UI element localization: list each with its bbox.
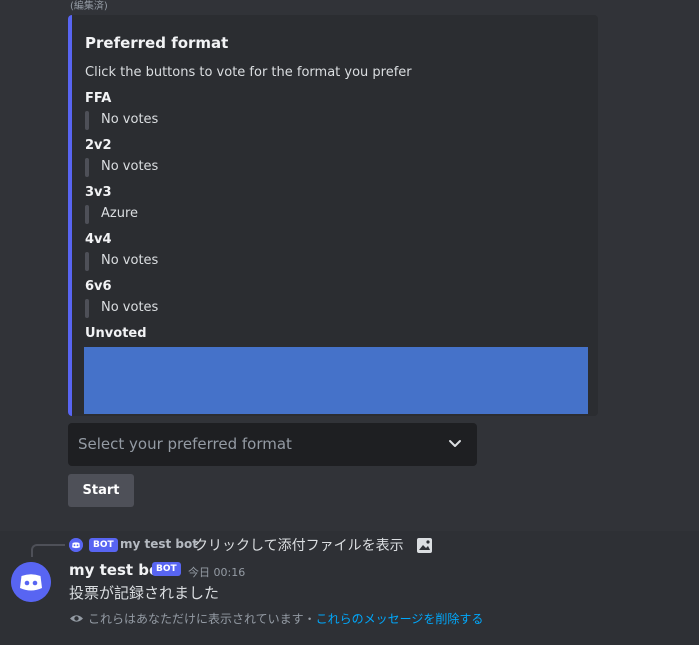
reply-spine bbox=[31, 544, 65, 557]
reply-author-name[interactable]: my test bot bbox=[120, 537, 198, 551]
field-value: No votes bbox=[85, 299, 158, 318]
field-value: No votes bbox=[85, 252, 158, 271]
embed-field-2v2: 2v2 No votes bbox=[85, 138, 158, 177]
embed-field-4v4: 4v4 No votes bbox=[85, 232, 158, 271]
ephemeral-note-text: これらはあなただけに表示されています・ bbox=[88, 612, 316, 626]
field-name: 2v2 bbox=[85, 138, 112, 153]
field-name: FFA bbox=[85, 91, 112, 106]
field-name: 3v3 bbox=[85, 185, 112, 200]
image-icon bbox=[417, 538, 432, 553]
embed-field-ffa: FFA No votes bbox=[85, 91, 158, 130]
bot-badge: BOT bbox=[152, 562, 181, 576]
field-value: No votes bbox=[85, 158, 158, 177]
poll-embed: Preferred format Click the buttons to vo… bbox=[68, 15, 598, 416]
embed-image[interactable] bbox=[84, 347, 588, 414]
start-button[interactable]: Start bbox=[68, 474, 134, 507]
bot-response-message: BOT my test bot クリックして添付ファイルを表示 my test … bbox=[0, 531, 699, 645]
field-name: 6v6 bbox=[85, 279, 112, 294]
embed-field-unvoted: Unvoted bbox=[85, 326, 147, 342]
embed-title: Preferred format bbox=[85, 34, 229, 52]
eye-icon bbox=[70, 615, 83, 622]
bot-badge: BOT bbox=[89, 538, 118, 552]
field-value: No votes bbox=[85, 111, 158, 130]
embed-accent-bar bbox=[68, 15, 72, 416]
format-select-menu[interactable]: Select your preferred format bbox=[68, 423, 477, 466]
avatar[interactable] bbox=[11, 562, 51, 602]
edited-tag: (編集済) bbox=[70, 1, 108, 12]
field-name: 4v4 bbox=[85, 232, 112, 247]
message-content: 投票が記録されました bbox=[69, 584, 220, 602]
dismiss-messages-link[interactable]: これらのメッセージを削除する bbox=[316, 612, 484, 626]
reply-preview-text[interactable]: クリックして添付ファイルを表示 bbox=[194, 535, 404, 555]
field-value: Azure bbox=[85, 205, 138, 224]
ephemeral-notice: これらはあなただけに表示されています・これらのメッセージを削除する bbox=[69, 610, 483, 627]
chevron-down-icon bbox=[449, 440, 461, 447]
timestamp: 今日 00:16 bbox=[188, 566, 246, 579]
embed-description: Click the buttons to vote for the format… bbox=[85, 65, 412, 80]
reply-avatar[interactable] bbox=[69, 538, 83, 552]
select-placeholder: Select your preferred format bbox=[78, 435, 292, 453]
field-name-unvoted: Unvoted bbox=[85, 326, 147, 341]
embed-field-6v6: 6v6 No votes bbox=[85, 279, 158, 318]
embed-field-3v3: 3v3 Azure bbox=[85, 185, 138, 224]
